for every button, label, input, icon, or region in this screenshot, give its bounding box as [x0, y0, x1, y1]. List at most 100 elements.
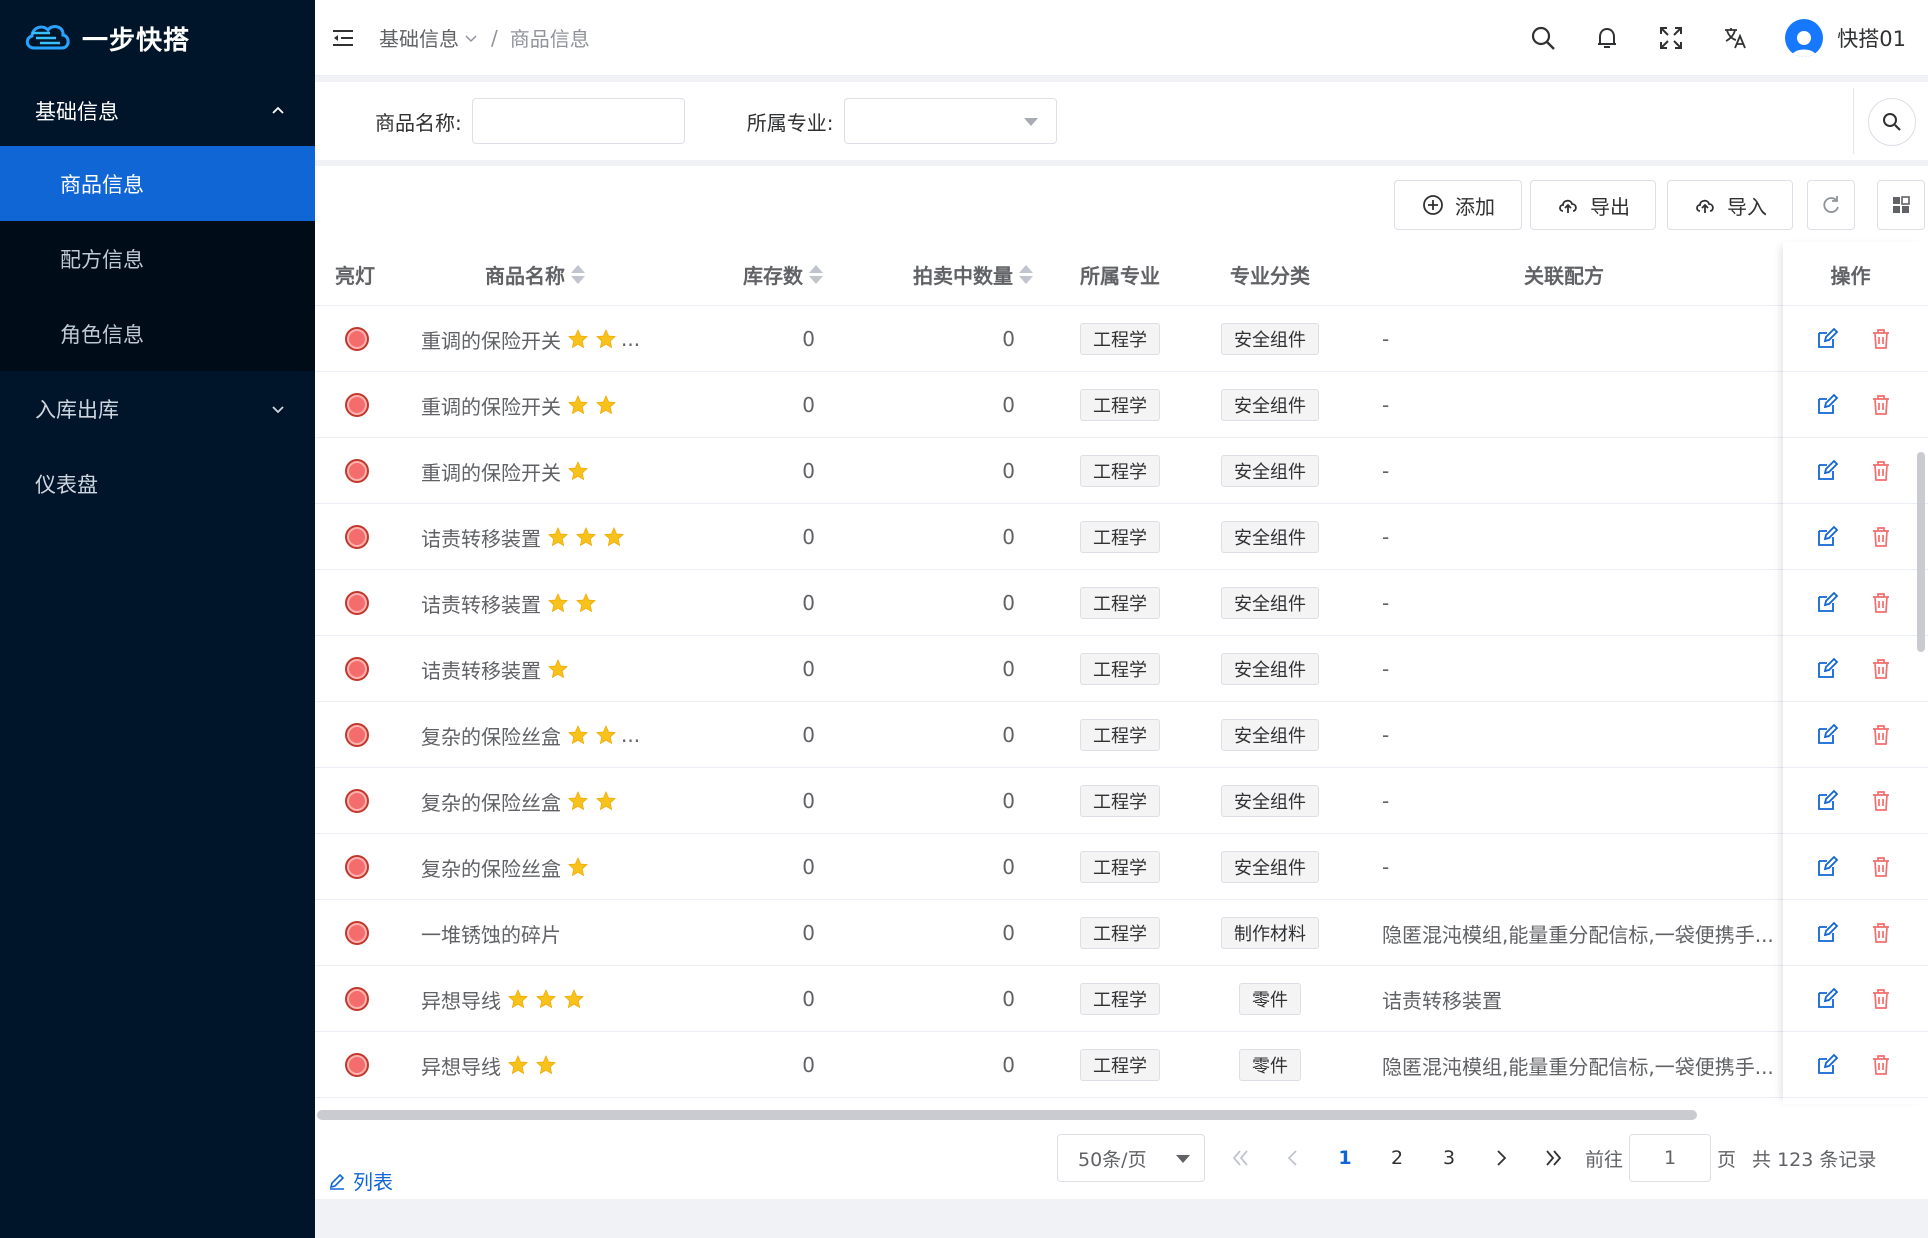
sidebar-item-role[interactable]: 角色信息: [0, 296, 315, 371]
delete-button[interactable]: [1866, 570, 1896, 636]
edit-button[interactable]: [1812, 570, 1842, 636]
sort-icon[interactable]: [1019, 264, 1033, 284]
prev-page-button[interactable]: [1267, 1134, 1319, 1182]
edit-button[interactable]: [1812, 306, 1842, 372]
edit-icon: [1818, 459, 1839, 480]
import-button[interactable]: 导入: [1667, 180, 1793, 230]
delete-button[interactable]: [1866, 900, 1896, 966]
major-tag: 工程学: [1080, 521, 1160, 553]
edit-button[interactable]: [1812, 504, 1842, 570]
breadcrumb-item-basic[interactable]: 基础信息: [379, 23, 459, 52]
auction-cell: 0: [1002, 789, 1015, 813]
horizontal-scrollbar[interactable]: [317, 1110, 1697, 1120]
bell-icon[interactable]: [1593, 24, 1621, 52]
delete-button[interactable]: [1866, 636, 1896, 702]
menu-fold-icon[interactable]: [329, 24, 357, 52]
edit-button[interactable]: [1812, 834, 1842, 900]
last-page-button[interactable]: [1527, 1134, 1579, 1182]
page-1[interactable]: 1: [1319, 1134, 1371, 1182]
star-icon: [535, 988, 557, 1010]
divider: [1853, 88, 1854, 154]
menu-group-basic-info[interactable]: 基础信息: [0, 76, 315, 146]
major-cell: 工程学: [1045, 900, 1195, 966]
column-header-auction[interactable]: 拍卖中数量: [835, 242, 1045, 306]
star-icon: [567, 328, 589, 350]
sidebar-item-dashboard[interactable]: 仪表盘: [0, 446, 315, 521]
stock-cell: 0: [802, 855, 815, 879]
delete-button[interactable]: [1866, 372, 1896, 438]
delete-button[interactable]: [1866, 702, 1896, 768]
list-link[interactable]: 列表: [327, 1166, 393, 1195]
edit-button[interactable]: [1812, 1032, 1842, 1098]
column-header-goods-name[interactable]: 商品名称: [395, 242, 675, 306]
category-cell: 安全组件: [1195, 702, 1345, 768]
page-size-select[interactable]: 50条/页: [1057, 1134, 1205, 1182]
column-header-stock[interactable]: 库存数: [675, 242, 835, 306]
goods-name-input[interactable]: [471, 98, 685, 144]
menu-group-inout[interactable]: 入库出库: [0, 371, 315, 446]
edit-button[interactable]: [1812, 966, 1842, 1032]
delete-button[interactable]: [1866, 438, 1896, 504]
search-button[interactable]: [1868, 98, 1916, 146]
major-tag: 工程学: [1080, 389, 1160, 421]
avatar[interactable]: [1785, 18, 1824, 57]
sort-icon[interactable]: [571, 264, 585, 284]
search-icon[interactable]: [1529, 24, 1557, 52]
edit-button[interactable]: [1812, 900, 1842, 966]
light-cell: [345, 834, 375, 900]
page-2[interactable]: 2: [1371, 1134, 1423, 1182]
ellipsis: ...: [621, 327, 641, 351]
username[interactable]: 快搭01: [1837, 23, 1906, 53]
star-icon: [547, 526, 569, 548]
sort-icon[interactable]: [809, 264, 823, 284]
status-light: [345, 525, 369, 549]
trash-icon: [1873, 593, 1889, 613]
light-cell: [345, 966, 375, 1032]
major-select[interactable]: [843, 98, 1057, 144]
major-cell: 工程学: [1045, 966, 1195, 1032]
star-icon: [547, 592, 569, 614]
breadcrumb: 基础信息 / 商品信息: [379, 23, 590, 52]
light-cell: [345, 570, 375, 636]
delete-button[interactable]: [1866, 834, 1896, 900]
sidebar-item-label: 商品信息: [60, 172, 144, 197]
edit-button[interactable]: [1812, 768, 1842, 834]
auction-cell: 0: [1002, 657, 1015, 681]
delete-button[interactable]: [1866, 306, 1896, 372]
delete-button[interactable]: [1866, 504, 1896, 570]
add-button[interactable]: 添加: [1394, 180, 1522, 230]
logo[interactable]: 一步快搭: [0, 0, 315, 76]
column-settings-button[interactable]: [1877, 180, 1925, 230]
translate-icon[interactable]: [1721, 24, 1749, 52]
edit-button[interactable]: [1812, 636, 1842, 702]
first-page-button[interactable]: [1215, 1134, 1267, 1182]
goods-name: 重调的保险开关: [421, 394, 561, 419]
vertical-scrollbar[interactable]: [1917, 452, 1925, 652]
edit-icon: [1818, 1053, 1839, 1074]
table-row: 诘责转移装置 0 0 工程学 安全组件 -: [315, 504, 1928, 570]
recipe-cell: 隐匿混沌模组,能量重分配信标,一袋便携手...: [1382, 1054, 1774, 1079]
delete-button[interactable]: [1866, 966, 1896, 1032]
export-button[interactable]: 导出: [1530, 180, 1656, 230]
goods-name-cell: 重调的保险开关: [421, 438, 675, 504]
delete-button[interactable]: [1866, 768, 1896, 834]
column-header-label: 关联配方: [1524, 263, 1604, 288]
delete-button[interactable]: [1866, 1032, 1896, 1098]
edit-button[interactable]: [1812, 438, 1842, 504]
page-3[interactable]: 3: [1423, 1134, 1475, 1182]
app-name: 一步快搭: [82, 25, 191, 56]
edit-button[interactable]: [1812, 702, 1842, 768]
sidebar-item-goods[interactable]: 商品信息: [0, 146, 315, 221]
goto-page-input[interactable]: 1: [1629, 1134, 1712, 1182]
refresh-button[interactable]: [1807, 180, 1855, 230]
trash-icon: [1873, 1055, 1889, 1075]
next-page-button[interactable]: [1475, 1134, 1527, 1182]
sidebar-item-label: 角色信息: [60, 322, 144, 347]
light-cell: [345, 504, 375, 570]
sidebar-item-recipe[interactable]: 配方信息: [0, 221, 315, 296]
stock-cell: 0: [802, 921, 815, 945]
edit-button[interactable]: [1812, 372, 1842, 438]
category-cell: 安全组件: [1195, 372, 1345, 438]
fullscreen-icon[interactable]: [1657, 24, 1685, 52]
recipe-cell: -: [1382, 591, 1390, 615]
